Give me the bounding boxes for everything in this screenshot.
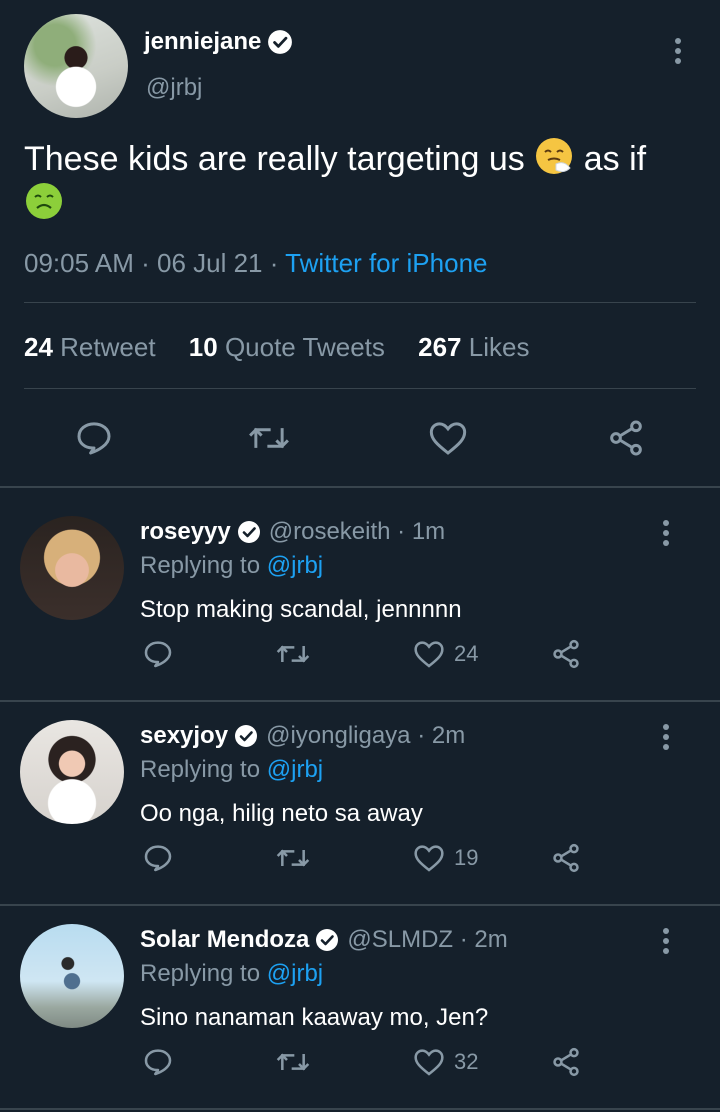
reply-actions: 24 [0, 634, 720, 674]
divider [24, 302, 696, 303]
quote-tweets-stat[interactable]: 10 Quote Tweets [189, 332, 385, 362]
reply-icon[interactable] [142, 1046, 174, 1078]
tweet-text-main: These kids are really targeting us [24, 140, 525, 178]
reply-display-name[interactable]: roseyyy [140, 518, 231, 546]
verified-badge-icon [316, 929, 339, 951]
replying-prefix: Replying to [140, 552, 261, 579]
retweet-icon[interactable] [274, 842, 312, 874]
reply-dot: · [390, 518, 412, 545]
replying-to-link[interactable]: @jrbj [267, 552, 323, 579]
tweet-meta: 09:05 AM · 06 Jul 21 · Twitter for iPhon… [24, 248, 487, 279]
like-count: 32 [454, 1049, 479, 1074]
share-icon[interactable] [606, 418, 646, 458]
retweet-icon[interactable] [274, 1046, 312, 1078]
like-count: 19 [454, 845, 479, 870]
reply-handle[interactable]: @rosekeith [269, 518, 391, 546]
reply-header: roseyyy @rosekeith · 1m [140, 518, 445, 546]
reply-display-name[interactable]: Solar Mendoza [140, 926, 309, 954]
divider [24, 388, 696, 389]
meta-separator-1: · [141, 248, 157, 278]
reply-avatar[interactable] [20, 516, 124, 620]
main-tweet: jenniejane @jrbj These kids are really t… [0, 0, 720, 486]
more-options-icon[interactable] [662, 724, 670, 752]
reply-actions: 32 [0, 1042, 720, 1082]
tweet-source-link[interactable]: Twitter for iPhone [285, 248, 487, 278]
replying-to-link[interactable]: @jrbj [267, 756, 323, 783]
tweet-date: 06 Jul 21 [156, 248, 263, 278]
share-icon[interactable] [550, 1046, 582, 1078]
replying-to: Replying to @jrbj [140, 552, 323, 580]
like-heart-icon[interactable] [412, 1046, 446, 1078]
meta-separator-2: · [269, 248, 286, 278]
retweet-icon[interactable] [246, 418, 292, 458]
like-heart-icon[interactable] [428, 418, 468, 458]
reply-tweet[interactable]: sexyjoy @iyongligaya · 2m Replying to @j… [0, 692, 720, 896]
reply-time: 1m [411, 518, 446, 545]
nauseated-face-emoji-icon [26, 183, 62, 219]
reply-text: Sino nanaman kaaway mo, Jen? [140, 1004, 489, 1031]
more-options-icon[interactable] [662, 928, 670, 956]
reply-avatar[interactable] [20, 720, 124, 824]
share-icon[interactable] [550, 842, 582, 874]
author-display-name[interactable]: jenniejane [144, 28, 261, 56]
replying-to-link[interactable]: @jrbj [267, 960, 323, 987]
tweet-actions [0, 414, 720, 462]
replying-prefix: Replying to [140, 756, 261, 783]
author-name-row[interactable]: jenniejane [144, 28, 293, 56]
reply-dot: · [410, 722, 432, 749]
tweet-text-after: as if [583, 140, 647, 178]
reply-text: Stop making scandal, jennnnn [140, 596, 462, 623]
reply-header: sexyjoy @iyongligaya · 2m [140, 722, 465, 750]
likes-stat[interactable]: 267 Likes [418, 332, 529, 362]
reply-avatar[interactable] [20, 924, 124, 1028]
like-heart-icon[interactable] [412, 638, 446, 670]
like-count: 24 [454, 641, 479, 666]
like-heart-icon[interactable] [412, 842, 446, 874]
reply-header: Solar Mendoza @SLMDZ · 2m [140, 926, 508, 954]
retweets-stat[interactable]: 24 Retweet [24, 332, 156, 362]
section-separator [0, 1108, 720, 1110]
reply-icon[interactable] [74, 418, 114, 458]
reply-handle[interactable]: @iyongligaya [266, 722, 410, 750]
reply-actions: 19 [0, 838, 720, 878]
tweet-text: These kids are really targeting us as if [24, 136, 704, 226]
replying-to: Replying to @jrbj [140, 960, 323, 988]
verified-badge-icon [237, 521, 260, 543]
author-handle[interactable]: @jrbj [146, 74, 202, 102]
reply-icon[interactable] [142, 842, 174, 874]
author-avatar[interactable] [24, 14, 128, 118]
sneezing-face-emoji-icon [536, 138, 573, 174]
more-options-icon[interactable] [674, 38, 682, 66]
reply-display-name[interactable]: sexyjoy [140, 722, 228, 750]
verified-badge-icon [268, 30, 293, 54]
reply-icon[interactable] [142, 638, 174, 670]
reply-dot: · [453, 926, 475, 953]
tweet-stats: 24 Retweet 10 Quote Tweets 267 Likes [24, 332, 555, 363]
replying-prefix: Replying to [140, 960, 261, 987]
reply-text: Oo nga, hilig neto sa away [140, 800, 423, 827]
more-options-icon[interactable] [662, 520, 670, 548]
reply-handle[interactable]: @SLMDZ [347, 926, 453, 954]
tweet-time: 09:05 AM [24, 248, 134, 278]
reply-tweet[interactable]: Solar Mendoza @SLMDZ · 2m Replying to @j… [0, 896, 720, 1100]
reply-time: 2m [431, 722, 466, 749]
share-icon[interactable] [550, 638, 582, 670]
replying-to: Replying to @jrbj [140, 756, 323, 784]
verified-badge-icon [235, 725, 258, 747]
reply-tweet[interactable]: roseyyy @rosekeith · 1m Replying to @jrb… [0, 488, 720, 692]
retweet-icon[interactable] [274, 638, 312, 670]
reply-time: 2m [474, 926, 508, 953]
